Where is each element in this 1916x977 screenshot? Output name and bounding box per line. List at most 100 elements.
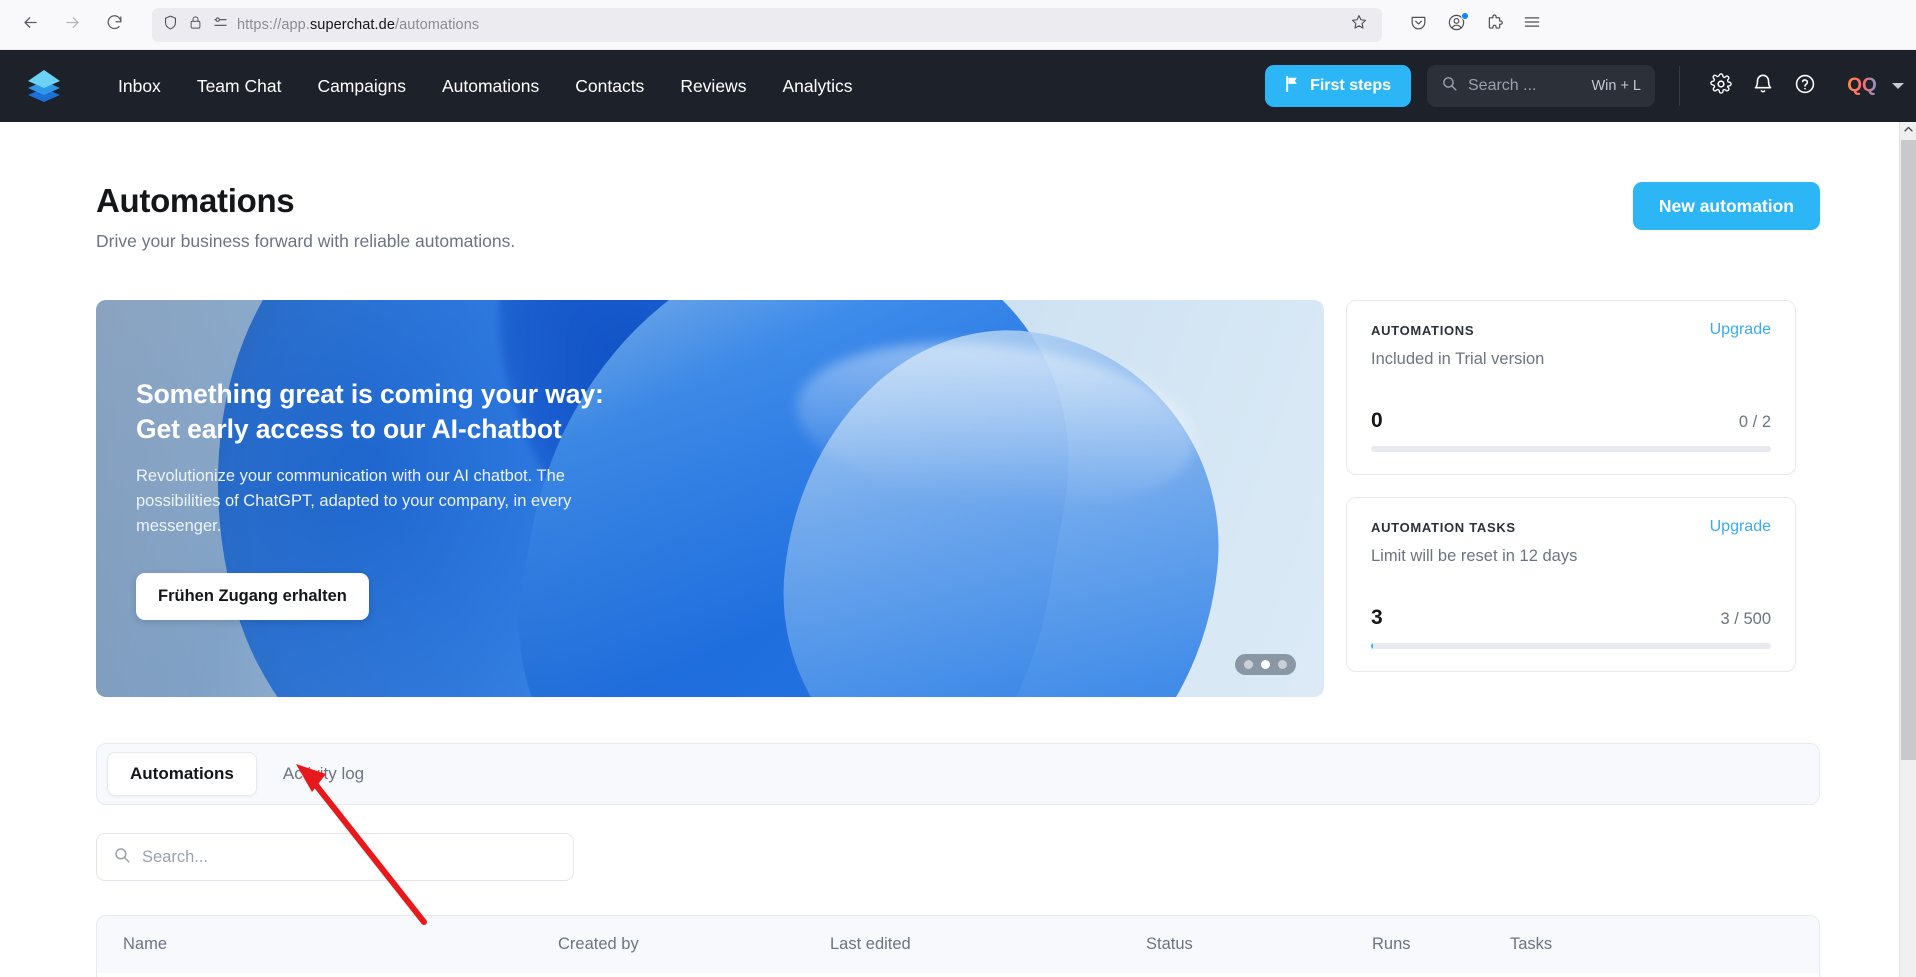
forward-arrow-icon	[63, 13, 82, 37]
scrollbar-up-button[interactable]	[1900, 122, 1916, 139]
card-ratio: 0 / 2	[1738, 413, 1771, 431]
column-header-status[interactable]: Status	[1146, 935, 1372, 954]
search-icon	[113, 846, 131, 869]
card-note: Included in Trial version	[1371, 350, 1545, 368]
card-value: 0	[1371, 409, 1383, 432]
nav-item-contacts[interactable]: Contacts	[557, 67, 662, 106]
reload-button[interactable]	[96, 7, 132, 43]
reload-icon	[105, 13, 124, 37]
chevron-up-icon	[1903, 122, 1914, 140]
card-note: Limit will be reset in 12 days	[1371, 547, 1578, 565]
nav-item-inbox[interactable]: Inbox	[100, 67, 179, 106]
card-header: AUTOMATION TASKS Upgrade	[1371, 518, 1771, 536]
tab-automations[interactable]: Automations	[107, 752, 257, 796]
browser-toolbar-right	[1400, 7, 1550, 43]
notifications-button[interactable]	[1742, 65, 1784, 107]
page-title-row: Automations Drive your business forward …	[96, 182, 1820, 252]
card-ratio: 3 / 500	[1720, 610, 1771, 628]
automations-usage-card: AUTOMATIONS Upgrade Included in Trial ve…	[1346, 300, 1796, 475]
star-icon	[1350, 13, 1368, 36]
lock-icon[interactable]	[188, 15, 203, 35]
card-progress-bar	[1371, 446, 1771, 452]
first-steps-label: First steps	[1310, 77, 1391, 94]
carousel-dots	[1235, 654, 1296, 675]
avatar-initials: QQ	[1847, 75, 1877, 96]
avatar[interactable]: QQ	[1840, 64, 1884, 108]
card-label: AUTOMATION TASKS	[1371, 519, 1516, 535]
card-progress-fill	[1371, 643, 1374, 649]
url-text: https://app.superchat.de/automations	[237, 16, 480, 33]
permissions-icon[interactable]	[212, 14, 229, 36]
card-progress-bar	[1371, 643, 1771, 649]
carousel-dot-2[interactable]	[1261, 660, 1270, 669]
hero-and-cards-row: Something great is coming your way: Get …	[96, 300, 1820, 697]
nav-item-team-chat[interactable]: Team Chat	[179, 67, 300, 106]
user-menu[interactable]: QQ	[1840, 64, 1904, 108]
scrollbar-thumb[interactable]	[1901, 140, 1916, 760]
account-notification-badge	[1461, 11, 1469, 20]
shield-icon[interactable]	[162, 14, 179, 36]
upgrade-link[interactable]: Upgrade	[1710, 321, 1771, 339]
forward-button[interactable]	[54, 7, 90, 43]
header-search-placeholder: Search ...	[1468, 77, 1537, 94]
automations-table-header: Name Created by Last edited Status Runs …	[96, 915, 1820, 973]
nav-item-analytics[interactable]: Analytics	[764, 67, 870, 106]
bell-icon	[1752, 73, 1774, 100]
banner-content: Something great is coming your way: Get …	[96, 300, 1324, 697]
page-scrollbar[interactable]	[1899, 122, 1916, 977]
gear-icon	[1710, 72, 1732, 100]
header-search-input[interactable]: Search ... Win + L	[1427, 65, 1655, 107]
table-search-input[interactable]: Search...	[96, 833, 574, 881]
table-search-placeholder: Search...	[142, 847, 209, 866]
table-search-row: Search...	[96, 833, 1820, 881]
browser-toolbar: https://app.superchat.de/automations	[0, 0, 1916, 50]
help-button[interactable]	[1784, 65, 1826, 107]
carousel-dot-3[interactable]	[1278, 660, 1287, 669]
primary-nav: Inbox Team Chat Campaigns Automations Co…	[100, 67, 870, 106]
nav-item-reviews[interactable]: Reviews	[662, 67, 764, 106]
new-automation-button[interactable]: New automation	[1632, 182, 1820, 230]
bookmark-button[interactable]	[1344, 10, 1374, 40]
settings-button[interactable]	[1700, 65, 1742, 107]
account-button[interactable]	[1438, 7, 1474, 43]
nav-item-automations[interactable]: Automations	[424, 67, 557, 106]
tabs-bar: Automations Activity log	[96, 743, 1820, 805]
automation-tasks-usage-card: AUTOMATION TASKS Upgrade Limit will be r…	[1346, 497, 1796, 672]
tab-activity-log[interactable]: Activity log	[261, 753, 386, 795]
carousel-dot-1[interactable]	[1244, 660, 1253, 669]
card-header: AUTOMATIONS Upgrade	[1371, 321, 1771, 339]
card-values: 0 0 / 2	[1371, 409, 1771, 433]
column-header-created-by[interactable]: Created by	[558, 935, 830, 954]
app-header-right: First steps Search ... Win + L QQ	[1265, 64, 1916, 108]
page-body: Automations Drive your business forward …	[0, 122, 1916, 977]
usage-cards: AUTOMATIONS Upgrade Included in Trial ve…	[1346, 300, 1796, 672]
column-header-name[interactable]: Name	[123, 935, 558, 954]
nav-item-campaigns[interactable]: Campaigns	[299, 67, 424, 106]
flag-icon	[1285, 75, 1300, 97]
superchat-logo[interactable]	[18, 66, 70, 106]
page-subtitle: Drive your business forward with reliabl…	[96, 231, 516, 251]
first-steps-button[interactable]: First steps	[1265, 65, 1411, 107]
browser-nav-buttons	[12, 7, 132, 43]
back-arrow-icon	[21, 13, 40, 37]
page-title-block: Automations Drive your business forward …	[96, 182, 515, 252]
banner-body: Revolutionize your communication with ou…	[136, 466, 572, 535]
question-mark-circle-icon	[1794, 73, 1816, 100]
column-header-last-edited[interactable]: Last edited	[830, 935, 1146, 954]
early-access-button[interactable]: Frühen Zugang erhalten	[136, 573, 369, 621]
promo-banner[interactable]: Something great is coming your way: Get …	[96, 300, 1324, 697]
address-bar-icons	[160, 14, 237, 36]
chevron-down-icon	[1892, 83, 1904, 89]
hamburger-menu-icon	[1522, 12, 1542, 37]
column-header-tasks[interactable]: Tasks	[1510, 935, 1793, 954]
header-search-shortcut: Win + L	[1591, 78, 1641, 94]
browser-menu-button[interactable]	[1514, 7, 1550, 43]
upgrade-link[interactable]: Upgrade	[1710, 518, 1771, 536]
back-button[interactable]	[12, 7, 48, 43]
pocket-button[interactable]	[1400, 7, 1436, 43]
extensions-icon	[1485, 13, 1504, 37]
address-bar[interactable]: https://app.superchat.de/automations	[152, 7, 1382, 42]
card-label: AUTOMATIONS	[1371, 322, 1475, 338]
extensions-button[interactable]	[1476, 7, 1512, 43]
column-header-runs[interactable]: Runs	[1372, 935, 1510, 954]
